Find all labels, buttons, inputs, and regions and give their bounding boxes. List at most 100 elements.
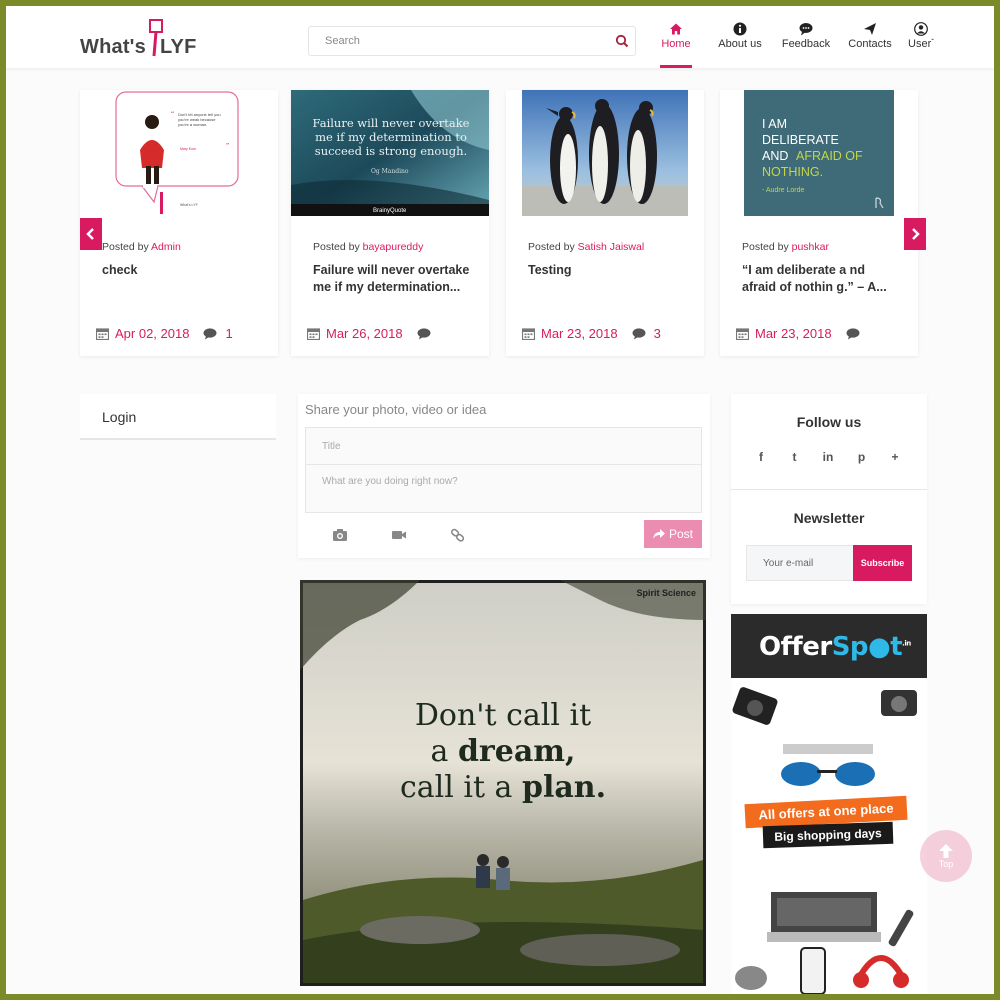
- comment-icon: [846, 327, 860, 339]
- carousel-card[interactable]: Failure will never overtake me if my det…: [291, 90, 489, 356]
- post-title-input[interactable]: [306, 428, 701, 465]
- plus-icon[interactable]: +: [887, 450, 903, 464]
- deliberate-quote-image: I AM DELIBERATE AND AFRAID OF NOTHING. -…: [744, 90, 894, 216]
- chevron-down-icon: ˇ: [931, 38, 934, 47]
- carousel-card[interactable]: I AM DELIBERATE AND AFRAID OF NOTHING. -…: [720, 90, 918, 356]
- twitter-icon[interactable]: t: [787, 450, 803, 464]
- nav-home[interactable]: Home: [656, 22, 696, 68]
- comment-icon: [203, 327, 217, 339]
- card-meta: Apr 02, 2018 1: [96, 326, 233, 341]
- card-comment-count: 3: [653, 326, 661, 341]
- speech-quote-author: Mary Kom: [180, 147, 196, 151]
- carousel-card[interactable]: Posted by Satish Jaiswal Testing Mar 23,…: [506, 90, 704, 356]
- deliberate-author: - Audre Lorde: [762, 187, 805, 194]
- carousel-prev-button[interactable]: [80, 218, 102, 250]
- deliberate-line-4: AFRAID OF: [796, 149, 863, 163]
- feed-quote-line-3: call it a plan.: [399, 770, 607, 805]
- card-date: Mar 26, 2018: [326, 326, 403, 341]
- calendar-icon: [736, 328, 749, 340]
- share-arrow-icon: [652, 529, 665, 539]
- card-thumbnail: I AM DELIBERATE AND AFRAID OF NOTHING. -…: [720, 90, 918, 216]
- logo-text-lyf: LYF: [159, 36, 197, 58]
- nav-home-label: Home: [661, 38, 691, 50]
- post-button-label: Post: [668, 527, 693, 541]
- card-title[interactable]: Testing: [528, 262, 688, 279]
- card-posted-by: Posted by Satish Jaiswal: [528, 241, 645, 253]
- subscribe-button[interactable]: Subscribe: [853, 545, 912, 581]
- card-thumbnail: Failure will never overtake me if my det…: [291, 90, 489, 216]
- link-icon[interactable]: [450, 528, 466, 542]
- deliberate-line-3: AND: [762, 149, 788, 163]
- ad-header: OfferSp●t.in: [731, 614, 927, 678]
- calendar-icon: [522, 328, 535, 340]
- follow-title: Follow us: [796, 414, 862, 430]
- nav-user[interactable]: Userˇ: [904, 22, 938, 68]
- newsletter-email-input[interactable]: [746, 545, 854, 581]
- card-author[interactable]: Admin: [151, 241, 181, 253]
- card-posted-by: Posted by bayapureddy: [313, 241, 424, 253]
- wave-quote-author: Og Mandino: [371, 168, 409, 175]
- carousel-next-button[interactable]: [904, 218, 926, 250]
- nav-contacts-label: Contacts: [848, 38, 892, 50]
- calendar-icon: [307, 328, 320, 340]
- main-nav: Home About us Feedback Contacts Userˇ: [656, 22, 938, 68]
- share-heading: Share your photo, video or idea: [305, 402, 487, 417]
- chevron-right-icon: [912, 228, 920, 240]
- post-button[interactable]: Post: [644, 520, 702, 548]
- newsletter-title: Newsletter: [793, 510, 865, 526]
- login-label[interactable]: Login: [102, 409, 136, 425]
- nav-feedback[interactable]: Feedback: [778, 22, 834, 68]
- card-author[interactable]: bayapureddy: [363, 241, 424, 253]
- calendar-icon: [96, 328, 109, 340]
- card-title[interactable]: Failure will never overtake me if my det…: [313, 262, 473, 296]
- penguins-image: [522, 90, 688, 216]
- deliberate-line-5: NOTHING.: [762, 165, 823, 179]
- wave-quote-image: Failure will never overtake me if my det…: [291, 90, 489, 216]
- nav-user-label: User: [908, 38, 932, 50]
- user-icon: [914, 22, 928, 36]
- card-author[interactable]: Satish Jaiswal: [578, 241, 645, 253]
- offerspot-ad[interactable]: OfferSp●t.in All offers at one place Big…: [731, 614, 927, 994]
- facebook-icon[interactable]: f: [753, 450, 769, 464]
- quote-close-mark: ”: [226, 142, 229, 150]
- nav-contacts[interactable]: Contacts: [844, 22, 896, 68]
- card-meta: Mar 23, 2018: [736, 326, 868, 341]
- feed-post-image[interactable]: Spirit Science Don't call it a dream, ca…: [300, 580, 706, 986]
- arrow-up-icon: [939, 844, 953, 858]
- home-icon: [670, 23, 682, 35]
- card-posted-by: Posted by pushkar: [742, 241, 829, 253]
- feed-quote-line-2: a dream,: [430, 734, 576, 769]
- card-posted-by: Posted by Admin: [102, 241, 181, 253]
- search-input[interactable]: [309, 27, 589, 55]
- site-logo[interactable]: What's LYF: [80, 16, 210, 60]
- post-body-input[interactable]: [306, 466, 701, 512]
- camera-icon[interactable]: [332, 528, 348, 542]
- pinterest-icon[interactable]: p: [854, 450, 870, 464]
- search-icon[interactable]: [615, 34, 629, 48]
- speech-quote-text: Don't let anyone tell you you're weak be…: [178, 112, 221, 127]
- feed-brand: Spirit Science: [636, 588, 696, 598]
- card-thumbnail: [506, 90, 704, 216]
- deliberate-line-1: I AM: [762, 117, 787, 131]
- cart-icon: ●: [868, 632, 891, 662]
- chat-icon: [799, 23, 813, 36]
- comment-icon: [632, 327, 646, 339]
- carousel-card[interactable]: “ ” Don't let anyone tell you you're wea…: [80, 90, 278, 356]
- video-icon[interactable]: [391, 528, 407, 542]
- card-title[interactable]: “I am deliberate a nd afraid of nothin g…: [742, 262, 902, 296]
- card-title[interactable]: check: [102, 262, 262, 279]
- logo-text: What's: [80, 36, 146, 58]
- feed-quote-line-1: Don't call it: [414, 698, 592, 733]
- nav-about-label: About us: [718, 38, 762, 50]
- ad-logo: OfferSp●t.in: [759, 632, 911, 662]
- follow-newsletter-panel: Follow us f t in p + Newsletter Subscrib…: [731, 394, 927, 604]
- card-date: Mar 23, 2018: [755, 326, 832, 341]
- card-author[interactable]: pushkar: [792, 241, 829, 253]
- share-form: [305, 427, 702, 513]
- linkedin-icon[interactable]: in: [820, 450, 836, 464]
- back-to-top-button[interactable]: Top: [920, 830, 972, 882]
- card-date: Apr 02, 2018: [115, 326, 190, 341]
- card-comment-count: 1: [225, 326, 233, 341]
- login-panel[interactable]: Login: [80, 394, 276, 440]
- nav-about[interactable]: About us: [712, 22, 768, 68]
